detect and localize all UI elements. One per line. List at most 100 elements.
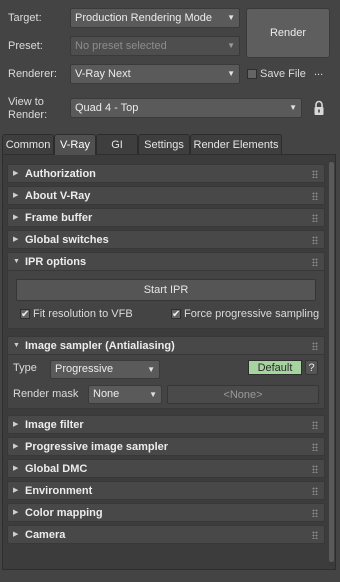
start-ipr-button[interactable]: Start IPR xyxy=(16,279,316,301)
ipr-options-body: Start IPR Fit resolution to VFB Force pr… xyxy=(7,271,325,329)
grip-icon[interactable] xyxy=(312,214,318,222)
target-value: Production Rendering Mode xyxy=(75,12,212,24)
render-button-label: Render xyxy=(269,27,307,39)
renderer-dropdown[interactable]: V-Ray Next ▼ xyxy=(70,64,240,84)
render-mask-value: None xyxy=(93,388,120,400)
sampler-type-dropdown[interactable]: Progressive ▼ xyxy=(50,360,160,379)
default-mode-button[interactable]: Default xyxy=(248,360,302,375)
grip-icon[interactable] xyxy=(312,509,318,517)
fit-resolution-label: Fit resolution to VFB xyxy=(33,307,133,320)
rollout-title: Image filter xyxy=(25,419,84,431)
grip-icon[interactable] xyxy=(312,342,318,350)
tab-vray[interactable]: V-Ray xyxy=(54,134,96,155)
grip-icon[interactable] xyxy=(312,443,318,451)
view-to-render-value: Quad 4 - Top xyxy=(75,102,139,114)
default-mode-label: Default xyxy=(257,361,293,374)
tab-render-elements-label: Render Elements xyxy=(193,138,279,151)
rollout-about-vray[interactable]: ▶ About V-Ray xyxy=(7,186,325,205)
expand-triangle-icon: ▶ xyxy=(13,531,19,538)
scrollbar-thumb[interactable] xyxy=(329,162,334,562)
save-file-box[interactable] xyxy=(247,69,257,79)
rollout-global-dmc[interactable]: ▶ Global DMC xyxy=(7,459,325,478)
lock-icon[interactable] xyxy=(313,100,325,116)
save-file-checkbox[interactable]: Save File xyxy=(247,67,306,81)
rollout-progressive-sampler[interactable]: ▶ Progressive image sampler xyxy=(7,437,325,456)
grip-icon[interactable] xyxy=(312,170,318,178)
grip-icon[interactable] xyxy=(312,531,318,539)
chevron-down-icon: ▼ xyxy=(227,13,235,22)
rollout-title: Progressive image sampler xyxy=(25,441,169,453)
rollout-camera[interactable]: ▶ Camera xyxy=(7,525,325,544)
preset-value: No preset selected xyxy=(75,40,167,52)
tab-common[interactable]: Common xyxy=(2,134,54,154)
chevron-down-icon: ▼ xyxy=(289,103,297,112)
rollout-frame-buffer[interactable]: ▶ Frame buffer xyxy=(7,208,325,227)
rollout-title: IPR options xyxy=(25,256,87,268)
expand-triangle-icon: ▶ xyxy=(13,170,19,177)
collapse-triangle-icon: ▼ xyxy=(13,258,20,265)
renderer-label: Renderer: xyxy=(8,68,57,80)
rollout-title: Image sampler (Antialiasing) xyxy=(25,340,175,352)
mask-object-picker[interactable]: <None> xyxy=(167,385,319,404)
sampler-type-label: Type xyxy=(13,362,37,374)
force-progressive-checkbox[interactable]: Force progressive sampling xyxy=(171,307,319,321)
render-mask-dropdown[interactable]: None ▼ xyxy=(88,385,162,404)
tab-gi[interactable]: GI xyxy=(96,134,138,154)
preset-dropdown[interactable]: No preset selected ▼ xyxy=(70,36,240,56)
render-mask-label: Render mask xyxy=(13,388,79,400)
expand-triangle-icon: ▶ xyxy=(13,236,19,243)
save-file-label: Save File xyxy=(260,67,306,80)
expand-triangle-icon: ▶ xyxy=(13,421,19,428)
rollout-title: About V-Ray xyxy=(25,190,91,202)
target-dropdown[interactable]: Production Rendering Mode ▼ xyxy=(70,8,240,28)
preset-label: Preset: xyxy=(8,40,43,52)
fit-resolution-checkbox[interactable]: Fit resolution to VFB xyxy=(20,307,133,321)
rollout-image-filter[interactable]: ▶ Image filter xyxy=(7,415,325,434)
chevron-down-icon: ▼ xyxy=(149,390,157,399)
view-to-render-dropdown[interactable]: Quad 4 - Top ▼ xyxy=(70,98,302,118)
grip-icon[interactable] xyxy=(312,258,318,266)
help-button[interactable]: ? xyxy=(305,360,318,375)
chevron-down-icon: ▼ xyxy=(147,365,155,374)
start-ipr-label: Start IPR xyxy=(143,284,189,296)
image-sampler-body: Type Progressive ▼ Default ? Render mask… xyxy=(7,355,325,409)
help-icon: ? xyxy=(308,361,315,374)
rollout-title: Camera xyxy=(25,529,66,541)
view-to-render-label-line1: View to xyxy=(8,96,44,108)
force-progressive-label: Force progressive sampling xyxy=(184,307,320,320)
rollout-ipr-options[interactable]: ▼ IPR options xyxy=(7,252,325,271)
mask-object-value: <None> xyxy=(223,388,263,401)
expand-triangle-icon: ▶ xyxy=(13,509,19,516)
tab-render-elements[interactable]: Render Elements xyxy=(190,134,282,154)
rollout-environment[interactable]: ▶ Environment xyxy=(7,481,325,500)
tab-settings[interactable]: Settings xyxy=(138,134,190,154)
rollout-title: Environment xyxy=(25,485,93,497)
rollout-title: Global DMC xyxy=(25,463,88,475)
tab-gi-label: GI xyxy=(111,138,123,151)
rollout-authorization[interactable]: ▶ Authorization xyxy=(7,164,325,183)
render-button[interactable]: Render xyxy=(246,8,330,58)
grip-icon[interactable] xyxy=(312,487,318,495)
tab-vray-label: V-Ray xyxy=(60,139,90,151)
grip-icon[interactable] xyxy=(312,192,318,200)
rollout-title: Authorization xyxy=(25,168,96,180)
more-options-button[interactable]: ... xyxy=(314,66,323,79)
rollout-title: Color mapping xyxy=(25,507,103,519)
expand-triangle-icon: ▶ xyxy=(13,465,19,472)
grip-icon[interactable] xyxy=(312,465,318,473)
rollout-color-mapping[interactable]: ▶ Color mapping xyxy=(7,503,325,522)
expand-triangle-icon: ▶ xyxy=(13,487,19,494)
fit-resolution-box[interactable] xyxy=(20,309,30,320)
rollout-image-sampler[interactable]: ▼ Image sampler (Antialiasing) xyxy=(7,336,325,355)
tab-settings-label: Settings xyxy=(144,138,184,151)
expand-triangle-icon: ▶ xyxy=(13,443,19,450)
grip-icon[interactable] xyxy=(312,236,318,244)
grip-icon[interactable] xyxy=(312,421,318,429)
expand-triangle-icon: ▶ xyxy=(13,214,19,221)
collapse-triangle-icon: ▼ xyxy=(13,342,20,349)
rollout-title: Global switches xyxy=(25,234,109,246)
force-progressive-box[interactable] xyxy=(171,309,181,320)
tab-bar: Common V-Ray GI Settings Render Elements xyxy=(0,134,340,155)
rollout-global-switches[interactable]: ▶ Global switches xyxy=(7,230,325,249)
expand-triangle-icon: ▶ xyxy=(13,192,19,199)
